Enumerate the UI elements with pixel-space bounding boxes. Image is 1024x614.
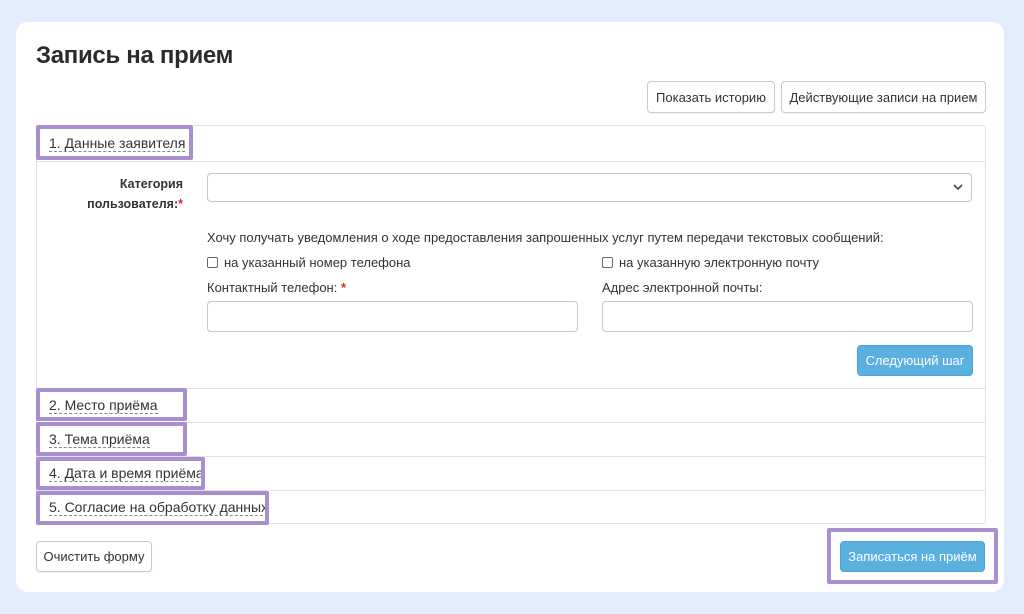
section-consent-header[interactable]: 5. Согласие на обработку данных — [49, 499, 269, 516]
phone-input[interactable] — [207, 301, 578, 332]
section-divider — [37, 161, 985, 162]
required-mark: * — [340, 280, 347, 295]
section-datetime-header[interactable]: 4. Дата и время приёма — [49, 465, 204, 482]
section-divider — [37, 388, 985, 389]
active-appointments-button[interactable]: Действующие записи на прием — [781, 81, 986, 113]
section-divider — [37, 456, 985, 457]
phone-label-text: Контактный телефон: — [207, 280, 338, 295]
phone-label: Контактный телефон: * — [207, 280, 346, 295]
section-topic-header[interactable]: 3. Тема приёма — [49, 431, 150, 448]
category-label: Категория пользователя:* — [77, 174, 183, 214]
notify-phone-checkbox[interactable] — [207, 257, 218, 268]
notify-email-option[interactable]: на указанную электронную почту — [602, 255, 819, 270]
section-applicant-data-header[interactable]: 1. Данные заявителя — [49, 135, 186, 152]
required-mark: * — [178, 197, 183, 211]
section-divider — [37, 490, 985, 491]
next-step-button[interactable]: Следующий шаг — [857, 345, 973, 376]
category-label-line2: пользователя: — [87, 197, 179, 211]
submit-appointment-button[interactable]: Записаться на приём — [840, 541, 985, 572]
section-location-header[interactable]: 2. Место приёма — [49, 397, 158, 414]
category-select[interactable] — [207, 173, 972, 202]
email-label: Адрес электронной почты: — [602, 280, 763, 295]
notify-phone-label: на указанный номер телефона — [224, 255, 411, 270]
chevron-down-icon — [953, 184, 963, 191]
show-history-button[interactable]: Показать историю — [647, 81, 775, 113]
notify-email-checkbox[interactable] — [602, 257, 613, 268]
notify-email-label: на указанную электронную почту — [619, 255, 819, 270]
appointment-accordion: 1. Данные заявителя Категория пользовате… — [36, 125, 986, 524]
category-label-line1: Категория — [119, 177, 183, 191]
notify-text: Хочу получать уведомления о ходе предост… — [207, 230, 884, 245]
section-divider — [37, 422, 985, 423]
page-title: Запись на прием — [36, 42, 234, 69]
clear-form-button[interactable]: Очистить форму — [36, 541, 152, 572]
notify-phone-option[interactable]: на указанный номер телефона — [207, 255, 411, 270]
email-input[interactable] — [602, 301, 973, 332]
